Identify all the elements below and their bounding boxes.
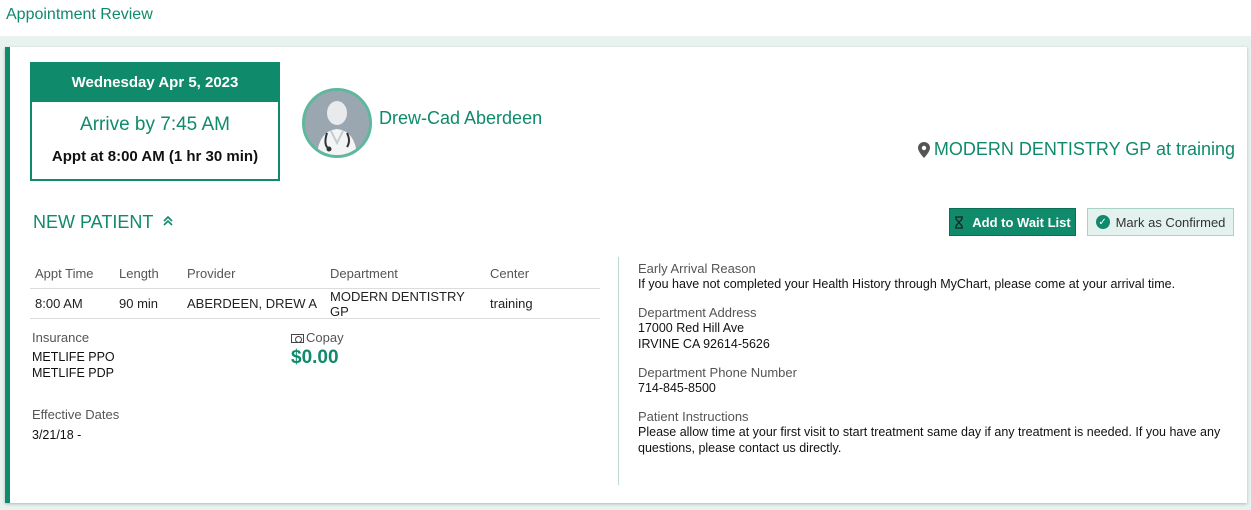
- add-to-wait-list-label: Add to Wait List: [972, 214, 1071, 230]
- effective-dates-block: Effective Dates 3/21/18 -: [32, 407, 119, 443]
- table-cell: training: [490, 296, 533, 311]
- arrive-by-time: Arrive by 7:45 AM: [80, 114, 230, 135]
- department-phone-value[interactable]: 714-845-8500: [638, 380, 1228, 396]
- appointment-date: Wednesday Apr 5, 2023: [32, 64, 278, 102]
- effective-dates-value: 3/21/18 -: [32, 428, 82, 442]
- appointment-time: Appt at 8:00 AM (1 hr 30 min): [51, 148, 259, 165]
- table-cell: 90 min: [119, 296, 159, 311]
- appointment-details: Early Arrival Reason If you have not com…: [638, 261, 1228, 469]
- department-phone-label: Department Phone Number: [638, 365, 797, 380]
- early-arrival-label: Early Arrival Reason: [638, 261, 756, 276]
- department-address-line2: IRVINE CA 92614-5626: [638, 337, 770, 351]
- page-title: Appointment Review: [6, 6, 153, 23]
- copay-block: Copay $0.00: [291, 330, 344, 369]
- table-cell: 8:00 AM: [35, 296, 83, 311]
- appointment-date-box: Wednesday Apr 5, 2023 Arrive by 7:45 AM …: [30, 62, 280, 181]
- insurance-label: Insurance: [32, 330, 90, 345]
- insurance-plan: METLIFE PPO: [32, 350, 115, 364]
- appointment-table: Appt Time Length Provider Department Cen…: [30, 259, 600, 319]
- money-bill-icon: [291, 334, 304, 344]
- insurance-plan: METLIFE PDP: [32, 366, 114, 380]
- table-cell: ABERDEEN, DREW A: [187, 296, 318, 311]
- effective-dates-label: Effective Dates: [32, 407, 120, 422]
- copay-amount: $0.00: [291, 347, 339, 368]
- provider-name[interactable]: Drew-Cad Aberdeen: [379, 108, 542, 129]
- column-divider: [618, 257, 619, 485]
- column-header: Provider: [187, 266, 236, 281]
- mark-as-confirmed-label: Mark as Confirmed: [1115, 214, 1226, 230]
- map-pin-icon: [917, 141, 930, 158]
- copay-label: Copay: [306, 330, 344, 345]
- doctor-avatar-icon: [302, 88, 372, 158]
- check-circle-icon: ✓: [1095, 215, 1110, 229]
- table-row: 8:00 AM 90 min ABERDEEN, DREW A MODERN D…: [30, 289, 600, 319]
- patient-instructions-value: Please allow time at your first visit to…: [638, 425, 1221, 455]
- early-arrival-value: If you have not completed your Health Hi…: [638, 277, 1176, 291]
- location[interactable]: MODERN DENTISTRY GP at training: [917, 139, 1235, 160]
- table-cell: MODERN DENTISTRY GP: [330, 288, 465, 319]
- column-header: Appt Time: [35, 266, 94, 281]
- insurance-block: Insurance METLIFE PPO METLIFE PDP: [32, 330, 115, 381]
- section-header[interactable]: NEW PATIENT: [33, 212, 173, 233]
- patient-instructions-label: Patient Instructions: [638, 409, 749, 424]
- department-address-line1: 17000 Red Hill Ave: [638, 321, 745, 335]
- appointment-card: Wednesday Apr 5, 2023 Arrive by 7:45 AM …: [5, 47, 1247, 503]
- section-title: NEW PATIENT: [33, 212, 154, 232]
- chevron-double-up-icon[interactable]: [163, 215, 173, 230]
- column-header: Department: [330, 266, 398, 281]
- table-header-row: Appt Time Length Provider Department Cen…: [30, 259, 600, 289]
- page-header: Appointment Review: [0, 0, 1251, 36]
- hourglass-icon: [955, 215, 964, 229]
- column-header: Length: [119, 266, 159, 281]
- add-to-wait-list-button[interactable]: Add to Wait List: [949, 208, 1076, 236]
- mark-as-confirmed-button[interactable]: ✓ Mark as Confirmed: [1087, 208, 1234, 236]
- column-header: Center: [490, 266, 530, 281]
- location-text: MODERN DENTISTRY GP at training: [933, 139, 1235, 159]
- department-address-label: Department Address: [638, 305, 757, 320]
